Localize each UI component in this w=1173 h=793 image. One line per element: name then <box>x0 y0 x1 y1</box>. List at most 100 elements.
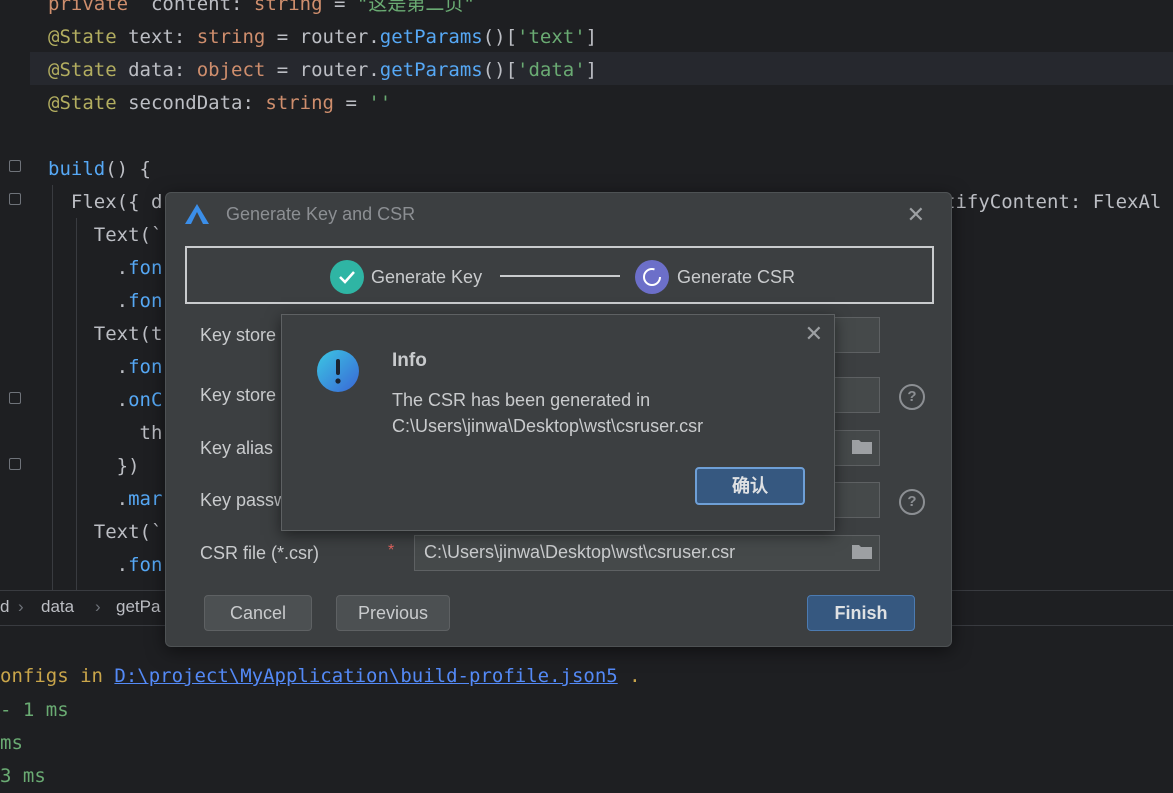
code-token: string <box>253 0 323 15</box>
info-message: The CSR has been generated in C:\Users\j… <box>392 387 703 439</box>
cancel-button[interactable]: Cancel <box>204 595 312 631</box>
stepper: Generate Key Generate CSR <box>185 246 934 304</box>
code-line: build() { <box>48 153 151 186</box>
code-line: .mar <box>48 483 163 516</box>
code-token: fon <box>128 290 163 312</box>
console-text: onfigs in <box>0 665 115 687</box>
code-token: string <box>265 92 334 114</box>
code-token: content: <box>128 0 254 15</box>
code-token: () { <box>105 158 151 180</box>
dialog-title: Generate Key and CSR <box>226 204 416 224</box>
code-line: @State text: string = router.getParams()… <box>48 21 597 54</box>
step-generate-csr: Generate CSR <box>677 267 796 287</box>
key-store-password-label: Key store <box>200 385 277 405</box>
info-message-line: The CSR has been generated in <box>392 390 651 410</box>
console-line: - 1 ms <box>0 699 69 721</box>
console-line: 3 ms <box>0 765 46 787</box>
code-token: getParams <box>379 26 483 48</box>
code-token: = router. <box>265 26 380 48</box>
csr-file-label: CSR file (*.csr) <box>200 543 320 563</box>
app-logo-icon <box>185 204 209 224</box>
code-token: 'data' <box>517 59 586 81</box>
code-line: .onC <box>48 384 163 417</box>
code-token: secondData: <box>116 92 266 114</box>
fold-icon[interactable] <box>9 160 21 172</box>
breadcrumb-item[interactable]: d <box>0 597 9 617</box>
code-line: }) <box>48 450 140 483</box>
code-line: Text(` <box>48 516 163 549</box>
code-token: fon <box>128 356 163 378</box>
code-token: "这是第二页" <box>356 0 475 15</box>
close-icon[interactable]: ✕ <box>805 321 823 347</box>
code-token: ] <box>585 59 598 81</box>
fold-icon[interactable] <box>9 458 21 470</box>
profile-link[interactable]: D:\project\MyApplication\build-profile.j… <box>114 665 617 687</box>
code-line: Text(` <box>48 219 163 252</box>
code-line: th <box>48 417 163 450</box>
fold-icon[interactable] <box>9 193 21 205</box>
code-token: ()[ <box>482 59 518 81</box>
csr-file-value: C:\Users\jinwa\Desktop\wst\csruser.csr <box>424 542 736 562</box>
breadcrumb-separator: › <box>95 597 101 616</box>
csr-file-field[interactable]: C:\Users\jinwa\Desktop\wst\csruser.csr <box>414 535 880 571</box>
code-token: fon <box>128 554 163 576</box>
previous-button[interactable]: Previous <box>336 595 450 631</box>
code-token: @State <box>48 59 117 81</box>
info-message-path: C:\Users\jinwa\Desktop\wst\csruser.csr <box>392 416 704 436</box>
code-line: Text(t <box>48 318 163 351</box>
breadcrumb-item[interactable]: getPa <box>116 597 160 617</box>
code-line: @State secondData: string = '' <box>48 87 391 120</box>
help-icon[interactable]: ? <box>899 384 925 410</box>
finish-button[interactable]: Finish <box>807 595 915 631</box>
required-mark: * <box>388 542 395 559</box>
code-token: text: <box>116 26 197 48</box>
folder-icon[interactable] <box>851 437 873 455</box>
console-text: . <box>617 665 641 687</box>
fold-icon[interactable] <box>9 392 21 404</box>
key-store-label: Key store <box>200 325 277 345</box>
breadcrumb-item[interactable]: data <box>41 597 74 617</box>
code-line: Flex({ d <box>48 186 174 219</box>
info-title: Info <box>392 350 427 371</box>
help-icon[interactable]: ? <box>899 489 925 515</box>
code-token: Text(` <box>48 521 163 543</box>
code-token: 'text' <box>517 26 586 48</box>
code-token: Text(` <box>48 224 163 246</box>
code-token: object <box>196 59 266 81</box>
close-icon[interactable]: ✕ <box>907 202 925 228</box>
code-token: th <box>48 422 163 444</box>
confirm-button[interactable]: 确认 <box>695 467 805 505</box>
code-token: string <box>196 26 266 48</box>
refresh-icon <box>635 260 669 294</box>
code-token: . <box>48 554 129 576</box>
code-token: private <box>48 0 129 15</box>
code-token: . <box>48 257 129 279</box>
code-token: . <box>48 356 129 378</box>
code-token: = <box>322 0 357 15</box>
code-token: ()[ <box>482 26 518 48</box>
code-token: build <box>48 158 106 180</box>
key-alias-label: Key alias <box>200 438 274 458</box>
code-line-tail: tifyContent: FlexAl <box>944 191 1162 213</box>
code-line: .fon <box>48 351 163 384</box>
info-dialog: ✕ Info The CSR has been generated in C:\… <box>281 314 835 531</box>
step-connector <box>500 275 620 277</box>
code-token: getParams <box>379 59 483 81</box>
folder-icon[interactable] <box>851 542 873 560</box>
check-icon <box>330 260 364 294</box>
info-icon <box>317 350 359 392</box>
code-token: data: <box>116 59 197 81</box>
step-generate-key: Generate Key <box>371 267 483 287</box>
code-token: . <box>48 290 129 312</box>
code-token: }) <box>48 455 140 477</box>
code-token: ] <box>585 26 598 48</box>
code-token: fon <box>128 257 163 279</box>
key-password-label: Key passw <box>200 490 288 510</box>
code-line: .fon <box>48 285 163 318</box>
console-output: onfigs in D:\project\MyApplication\build… <box>0 626 1173 793</box>
console-line: ms <box>0 732 23 754</box>
code-token: '' <box>368 92 392 114</box>
code-token: Flex({ d <box>48 191 163 213</box>
code-token: @State <box>48 92 117 114</box>
code-token: . <box>48 389 129 411</box>
